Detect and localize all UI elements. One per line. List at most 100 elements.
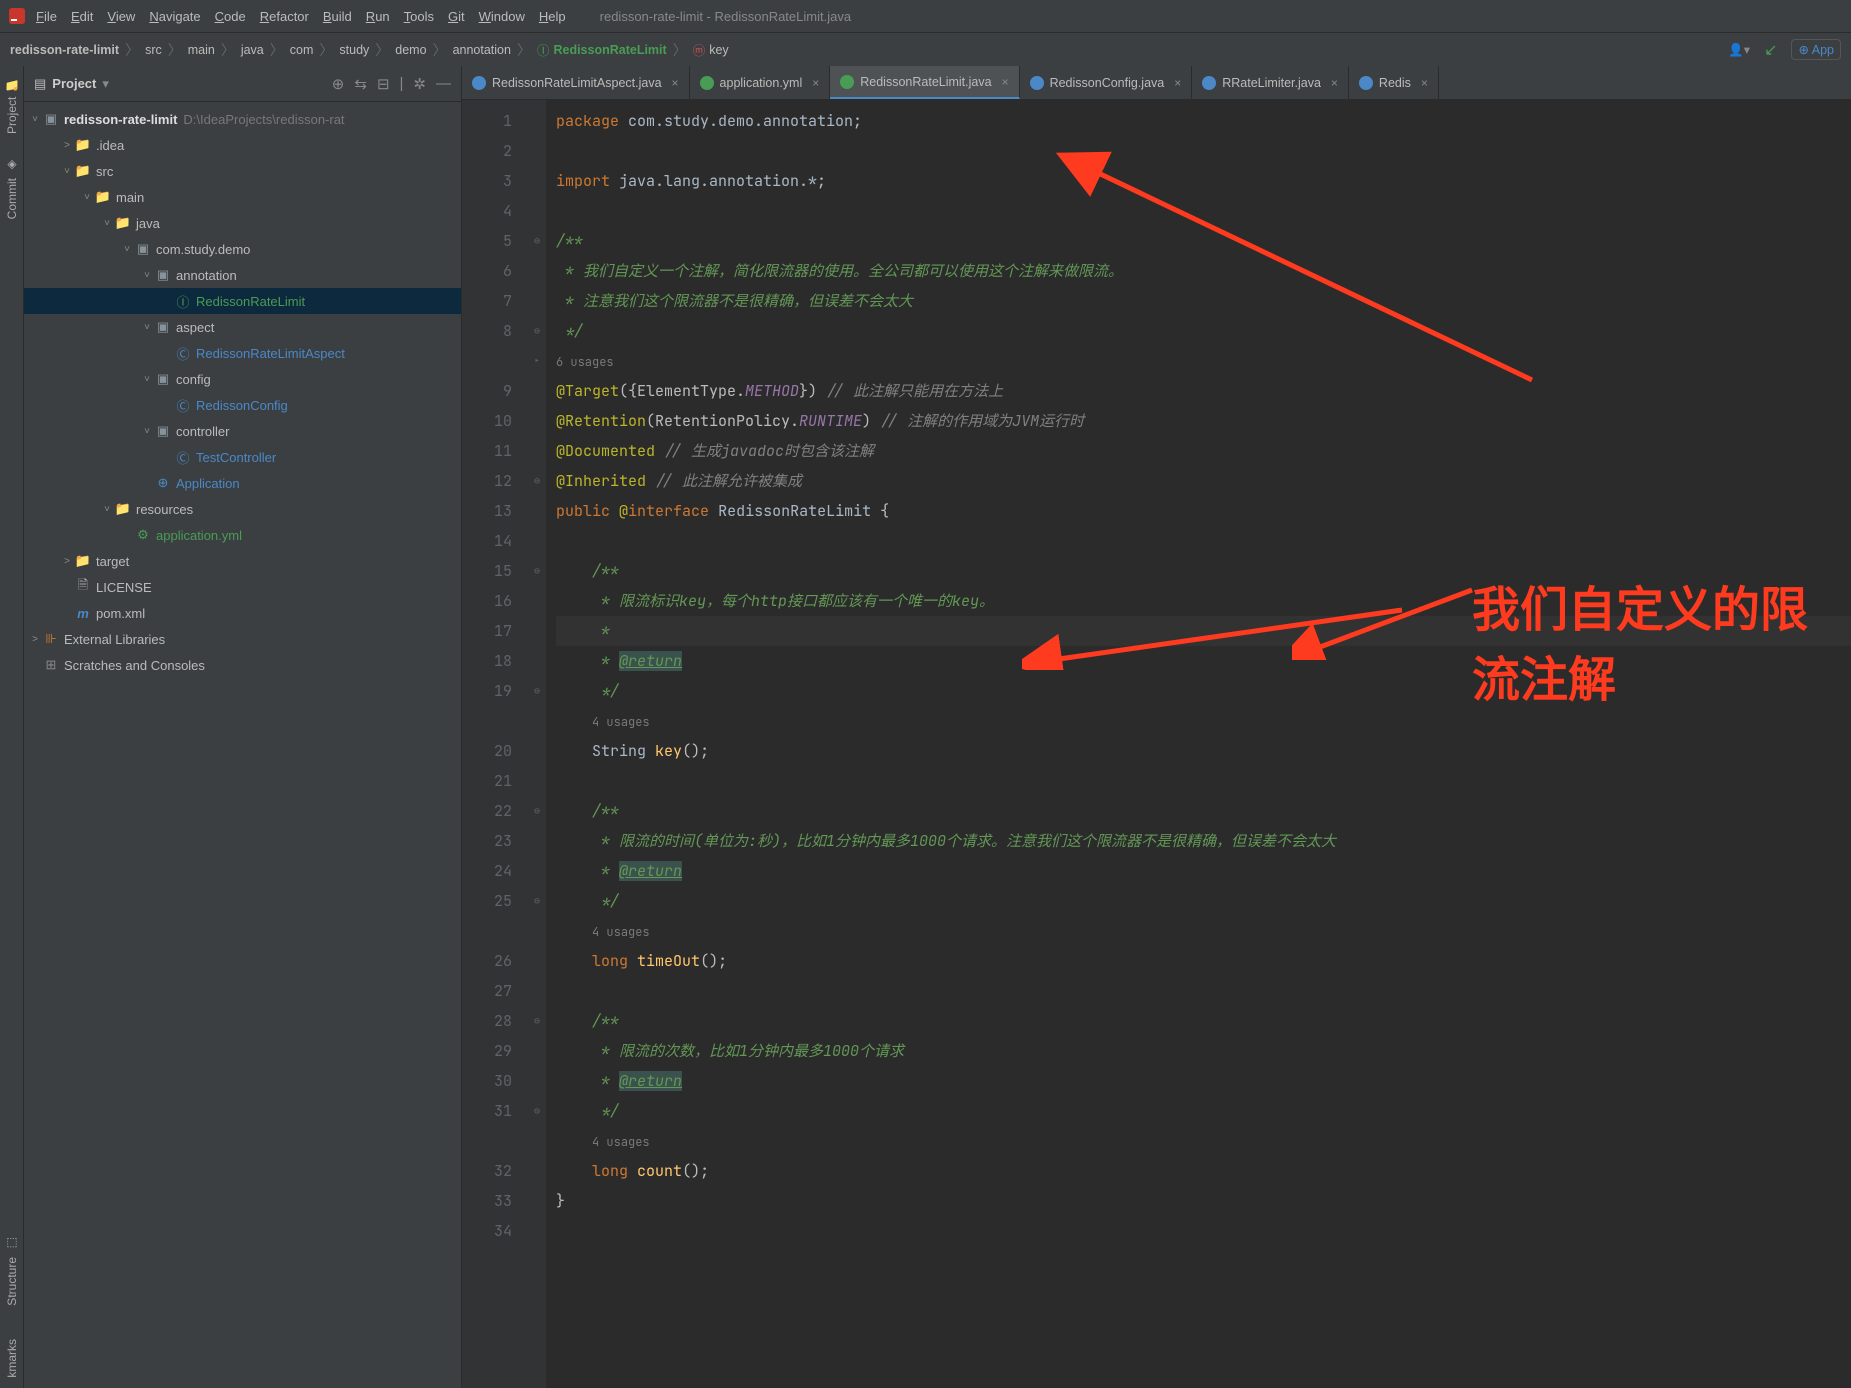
code-line[interactable]: @Inherited // 此注解允许被集成: [556, 466, 1851, 496]
code-line[interactable]: [556, 976, 1851, 1006]
menu-view[interactable]: View: [107, 9, 135, 24]
crumb-study[interactable]: study: [339, 43, 369, 57]
code-line[interactable]: package com.study.demo.annotation;: [556, 106, 1851, 136]
code-line[interactable]: long count();: [556, 1156, 1851, 1186]
code-line[interactable]: [556, 136, 1851, 166]
tab-Redis[interactable]: Redis×: [1349, 66, 1439, 99]
crumb-com[interactable]: com: [290, 43, 314, 57]
code-line[interactable]: 4 usages: [556, 706, 1851, 736]
code-line[interactable]: * @return: [556, 646, 1851, 676]
tree-item[interactable]: ˅📁java: [24, 210, 461, 236]
menu-navigate[interactable]: Navigate: [149, 9, 200, 24]
tree-item[interactable]: ⒸTestController: [24, 444, 461, 470]
crumb-annotation[interactable]: annotation: [453, 43, 511, 57]
tree-item[interactable]: ˅▣config: [24, 366, 461, 392]
external-libraries[interactable]: >⊪ External Libraries: [24, 626, 461, 652]
close-icon[interactable]: ×: [1002, 75, 1009, 89]
tab-RRateLimiter.java[interactable]: RRateLimiter.java×: [1192, 66, 1349, 99]
code-line[interactable]: String key();: [556, 736, 1851, 766]
tree-item[interactable]: 🗎LICENSE: [24, 574, 461, 600]
code-line[interactable]: 6 usages: [556, 346, 1851, 376]
user-icon[interactable]: 👤▾: [1728, 42, 1750, 58]
tree-item[interactable]: ⒸRedissonConfig: [24, 392, 461, 418]
close-icon[interactable]: ×: [812, 76, 819, 90]
expand-icon[interactable]: ⇆: [354, 75, 367, 93]
tree-item[interactable]: ⚙application.yml: [24, 522, 461, 548]
tab-application.yml[interactable]: application.yml×: [690, 66, 831, 99]
code-line[interactable]: */: [556, 1096, 1851, 1126]
breadcrumb-key[interactable]: key: [709, 43, 728, 57]
code-line[interactable]: [556, 766, 1851, 796]
code-line[interactable]: [556, 526, 1851, 556]
code-line[interactable]: @Target({ElementType.METHOD}) // 此注解只能用在…: [556, 376, 1851, 406]
tree-item[interactable]: ˅📁src: [24, 158, 461, 184]
menu-help[interactable]: Help: [539, 9, 566, 24]
code-line[interactable]: /**: [556, 556, 1851, 586]
close-icon[interactable]: ×: [1331, 76, 1338, 90]
locate-icon[interactable]: ⊕: [332, 75, 345, 93]
scratches[interactable]: ⊞ Scratches and Consoles: [24, 652, 461, 678]
menu-build[interactable]: Build: [323, 9, 352, 24]
crumb-src[interactable]: src: [145, 43, 162, 57]
code-line[interactable]: * @return: [556, 856, 1851, 886]
menu-git[interactable]: Git: [448, 9, 465, 24]
tree-item[interactable]: ˅📁main: [24, 184, 461, 210]
tree-item[interactable]: ˅▣aspect: [24, 314, 461, 340]
code-line[interactable]: * 限流的次数，比如1分钟内最多1000个请求: [556, 1036, 1851, 1066]
hide-icon[interactable]: —: [436, 75, 451, 93]
menu-edit[interactable]: Edit: [71, 9, 93, 24]
collapse-icon[interactable]: ⊟: [377, 75, 390, 93]
dropdown-icon[interactable]: ▾: [102, 76, 109, 92]
tree-item[interactable]: ⒾRedissonRateLimit: [24, 288, 461, 314]
project-title[interactable]: Project: [52, 76, 96, 91]
code-line[interactable]: *: [556, 616, 1851, 646]
code-line[interactable]: * 注意我们这个限流器不是很精确，但误差不会太大: [556, 286, 1851, 316]
code-line[interactable]: }: [556, 1186, 1851, 1216]
tree-item[interactable]: ˅▣com.study.demo: [24, 236, 461, 262]
close-icon[interactable]: ×: [1174, 76, 1181, 90]
project-tool[interactable]: Project 📁: [5, 76, 19, 134]
code-line[interactable]: */: [556, 316, 1851, 346]
code-line[interactable]: * 限流的时间(单位为:秒)，比如1分钟内最多1000个请求。注意我们这个限流器…: [556, 826, 1851, 856]
source-code[interactable]: package com.study.demo.annotation; impor…: [546, 100, 1851, 1388]
close-icon[interactable]: ×: [1421, 76, 1428, 90]
code-line[interactable]: [556, 1216, 1851, 1246]
bookmarks-tool[interactable]: kmarks: [5, 1339, 19, 1378]
breadcrumb-active[interactable]: RedissonRateLimit: [553, 43, 666, 57]
tree-item[interactable]: mpom.xml: [24, 600, 461, 626]
code-line[interactable]: /**: [556, 796, 1851, 826]
code-line[interactable]: /**: [556, 1006, 1851, 1036]
code-line[interactable]: * 限流标识key，每个http接口都应该有一个唯一的key。: [556, 586, 1851, 616]
structure-tool[interactable]: Structure ⬚: [5, 1237, 19, 1306]
menu-window[interactable]: Window: [479, 9, 525, 24]
code-line[interactable]: import java.lang.annotation.*;: [556, 166, 1851, 196]
menu-code[interactable]: Code: [215, 9, 246, 24]
tree-item[interactable]: ⒸRedissonRateLimitAspect: [24, 340, 461, 366]
commit-tool[interactable]: Commit ◈: [5, 158, 19, 219]
code-line[interactable]: * 我们自定义一个注解，简化限流器的使用。全公司都可以使用这个注解来做限流。: [556, 256, 1851, 286]
tree-item[interactable]: ⊕Application: [24, 470, 461, 496]
code-line[interactable]: /**: [556, 226, 1851, 256]
project-tree[interactable]: ˅▣ redisson-rate-limit D:\IdeaProjects\r…: [24, 102, 461, 1388]
app-button[interactable]: ⊕ App: [1791, 39, 1841, 60]
sync-icon[interactable]: ↙: [1764, 40, 1777, 60]
tab-RedissonConfig.java[interactable]: RedissonConfig.java×: [1020, 66, 1193, 99]
menu-file[interactable]: File: [36, 9, 57, 24]
code-line[interactable]: * @return: [556, 1066, 1851, 1096]
code-editor[interactable]: 1234567891011121314151617181920212223242…: [462, 100, 1851, 1388]
tree-root[interactable]: ˅▣ redisson-rate-limit D:\IdeaProjects\r…: [24, 106, 461, 132]
crumb-java[interactable]: java: [241, 43, 264, 57]
code-line[interactable]: @Retention(RetentionPolicy.RUNTIME) // 注…: [556, 406, 1851, 436]
tree-item[interactable]: ˅📁resources: [24, 496, 461, 522]
tab-RedissonRateLimit.java[interactable]: RedissonRateLimit.java×: [830, 66, 1019, 99]
tree-item[interactable]: ˅▣annotation: [24, 262, 461, 288]
menu-run[interactable]: Run: [366, 9, 390, 24]
crumb-demo[interactable]: demo: [395, 43, 426, 57]
code-line[interactable]: public @interface RedissonRateLimit {: [556, 496, 1851, 526]
fold-gutter[interactable]: ⊖⊖▸⊖⊖⊖⊖⊖⊖⊖: [528, 100, 546, 1388]
close-icon[interactable]: ×: [672, 76, 679, 90]
tab-RedissonRateLimitAspect.java[interactable]: RedissonRateLimitAspect.java×: [462, 66, 690, 99]
tree-item[interactable]: >📁target: [24, 548, 461, 574]
code-line[interactable]: [556, 196, 1851, 226]
code-line[interactable]: long timeOut();: [556, 946, 1851, 976]
